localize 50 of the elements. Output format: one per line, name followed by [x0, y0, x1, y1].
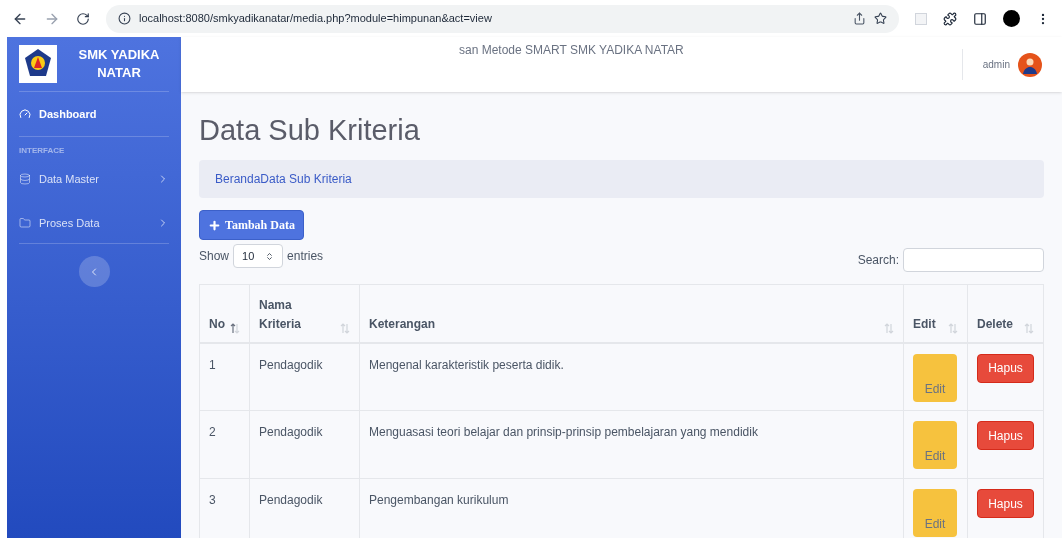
table-cell: Pendagodik	[249, 410, 360, 479]
delete-button[interactable]: Hapus	[977, 489, 1034, 518]
table-cell: Mengenal karakteristik peserta didik.	[359, 342, 904, 411]
user-name[interactable]: admin	[982, 57, 1010, 72]
column-header[interactable]: No	[199, 284, 250, 343]
show-label: Show	[199, 248, 230, 265]
sidebar-item-icon	[19, 173, 31, 185]
edit-button[interactable]: Edit	[913, 353, 957, 402]
column-header[interactable]: Delete	[967, 284, 1044, 343]
table-cell: 1	[199, 342, 250, 411]
page-title: Data Sub Kriteria	[199, 113, 421, 148]
sidebar-heading: INTERFACE	[19, 145, 66, 157]
bookmark-star-icon[interactable]	[874, 12, 887, 25]
side-panel-icon[interactable]	[973, 11, 987, 26]
select-arrows-icon	[265, 251, 275, 261]
breadcrumb-text[interactable]: BerandaData Sub Kriteria	[215, 170, 352, 188]
topbar-title: san Metode SMART SMK YADIKA NATAR	[458, 42, 685, 59]
table-cell: Menguasasi teori belajar dan prinsip-prinsip pembelajaran yang mendidik	[359, 410, 904, 479]
delete-button[interactable]: Hapus	[977, 421, 1034, 450]
delete-button[interactable]: Hapus	[977, 353, 1034, 383]
profile-avatar[interactable]	[1003, 10, 1020, 27]
sidebar-item-icon	[19, 217, 31, 229]
entries-label: entries	[287, 248, 324, 265]
table-cell: Pendagodik	[249, 342, 360, 411]
table-cell: 2	[199, 410, 250, 479]
brand-name: SMK YADIKA NATAR	[77, 46, 161, 82]
column-header[interactable]: Keterangan	[359, 284, 904, 343]
sidebar-item[interactable]: Proses Data	[19, 201, 169, 245]
info-icon[interactable]	[118, 12, 131, 25]
user-avatar-icon[interactable]	[1018, 52, 1042, 77]
search-label: Search:	[857, 252, 899, 269]
column-header[interactable]: Nama Kriteria	[249, 284, 360, 343]
sidebar-item[interactable]: Dashboard	[19, 92, 169, 136]
url-text: localhost:8080/smkyadikanatar/media.php?module=himpunan&act=view	[139, 11, 493, 27]
school-logo-icon	[19, 45, 57, 83]
sidebar-item-icon	[19, 108, 31, 120]
search-field[interactable]	[903, 248, 1044, 272]
edit-button[interactable]: Edit	[913, 421, 957, 469]
add-data-button[interactable]: Tambah Data	[199, 210, 304, 240]
sidebar-item[interactable]: Data Master	[19, 157, 169, 201]
plus-icon	[208, 218, 221, 232]
sidebar-toggle-button[interactable]	[78, 256, 110, 287]
share-icon[interactable]	[853, 12, 866, 25]
column-header[interactable]: Edit	[903, 284, 968, 343]
address-bar[interactable]: localhost:8080/smkyadikanatar/media.php?module=himpunan&act=view	[106, 4, 899, 33]
page-size-select[interactable]: 10	[233, 244, 284, 268]
table-cell: 3	[199, 478, 250, 538]
reload-icon[interactable]	[76, 11, 90, 26]
puzzle-icon[interactable]	[943, 11, 957, 26]
edit-button[interactable]: Edit	[913, 489, 957, 537]
